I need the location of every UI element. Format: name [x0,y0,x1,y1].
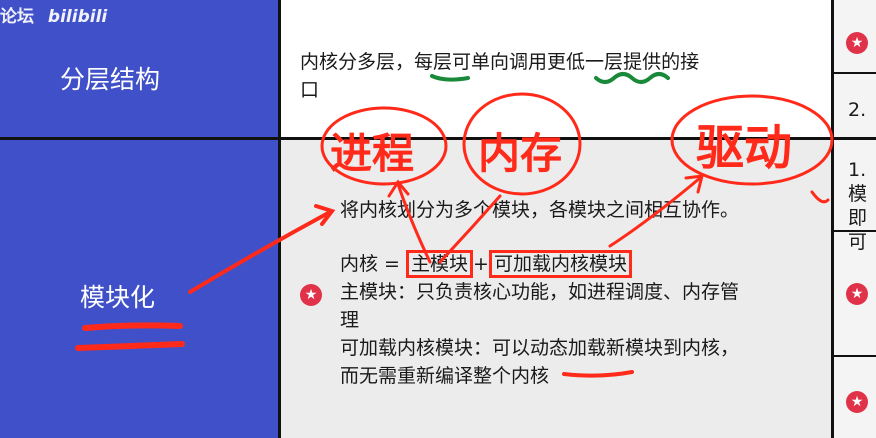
star-icon: ★ [300,284,322,306]
layered-line-2: 口 [300,79,320,101]
star-icon: ★ [846,391,868,413]
modular-intro: 将内核划分为多个模块，各模块之间相互协作。 [340,199,740,221]
layered-description: 内核分多层，每层可单向调用更低一层提供的接 口 [300,48,820,104]
main-module-line-2: 理 [340,309,360,331]
side-text-1: 1. 模 即可 [848,159,868,253]
star-icon: ★ [846,283,868,305]
grid-line [278,0,281,438]
loadable-line-1: 可加载内核模块：可以动态加载新模块到内核， [340,337,740,359]
main-module-highlight: 主模块 [406,250,474,278]
grid-line [831,0,834,438]
annotation-driver: 驱动 [696,120,793,176]
row-header-layered: 分层结构 [60,65,161,94]
watermark-forum: 论坛 [0,7,34,27]
row-header-modular: 模块化 [80,283,156,312]
grid-line [834,72,876,74]
star-icon: ★ [846,32,868,54]
watermark: 论坛 bilibili [0,2,107,27]
modular-description: 将内核划分为多个模块，各模块之间相互协作。 内核 = 主模块 + 可加载内核模块 主… [340,196,820,390]
side-text-2: 2. [848,99,867,121]
main-module-line-1: 主模块：只负责核心功能，如进程调度、内存管 [340,281,740,303]
loadable-line-2: 而无需重新编译整个内核 [340,365,550,387]
bilibili-logo: bilibili [47,7,108,27]
annotation-memory: 内存 [478,129,563,178]
annotation-process: 进程 [330,129,415,178]
grid-line [834,355,876,357]
layered-line-1: 内核分多层，每层可单向调用更低一层提供的接 [300,51,700,73]
loadable-module-highlight: 可加载内核模块 [488,250,632,278]
modular-formula: 内核 = 主模块 + 可加载内核模块 [340,250,820,278]
